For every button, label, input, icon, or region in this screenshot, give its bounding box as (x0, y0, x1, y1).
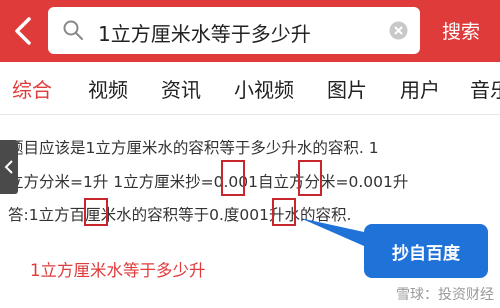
watermark: 雪球：投资财经 (396, 287, 494, 303)
result-title-link[interactable]: 1立方厘米水等于多少升 (30, 257, 206, 281)
callout-badge: 抄自百度 (364, 224, 488, 278)
side-collapse-handle[interactable] (0, 140, 18, 194)
callout-label: 抄自百度 (392, 243, 460, 264)
chevron-left-icon (4, 160, 13, 174)
